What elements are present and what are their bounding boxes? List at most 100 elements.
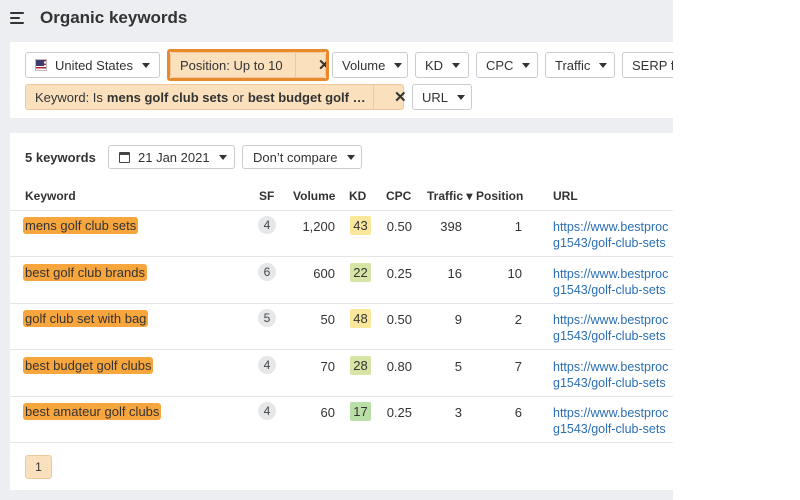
- compare-select[interactable]: Don’t compare: [242, 145, 362, 169]
- chevron-down-icon: [394, 62, 403, 68]
- blank-area: [673, 0, 800, 500]
- keyword-count: 5 keywords: [25, 150, 96, 165]
- cpc-filter[interactable]: CPC: [476, 52, 538, 78]
- serp-filter-label: SERP f: [632, 57, 673, 73]
- traffic-cell: 5: [454, 358, 462, 374]
- column-header-volume[interactable]: Volume: [293, 189, 335, 203]
- url-line-1: https://www.bestproc: [553, 359, 669, 374]
- volume-filter[interactable]: Volume: [332, 52, 408, 78]
- url-filter[interactable]: URL: [412, 84, 472, 110]
- traffic-cell: 398: [440, 219, 462, 234]
- serp-features-badge[interactable]: 4: [258, 216, 276, 234]
- keyword-link[interactable]: best golf club brands: [23, 263, 147, 281]
- column-header-url[interactable]: URL: [553, 189, 578, 203]
- traffic-cell: 9: [454, 312, 462, 327]
- chevron-down-icon: [142, 62, 150, 68]
- volume-cell: 70: [320, 358, 335, 374]
- country-select[interactable]: United States: [25, 52, 160, 78]
- date-picker[interactable]: 21 Jan 2021: [108, 145, 235, 169]
- url-line-2: g1543/golf-club-sets: [553, 282, 666, 297]
- column-header-cpc[interactable]: CPC: [386, 189, 411, 203]
- page-header: Organic keywords: [0, 0, 673, 38]
- kd-filter-label: KD: [425, 57, 444, 73]
- volume-cell: 1,200: [302, 219, 335, 234]
- chip-divider: [373, 84, 374, 110]
- filter-panel: United States Position: Up to 10 ✕ Volum…: [10, 42, 673, 118]
- serp-features-filter[interactable]: SERP f: [622, 52, 673, 78]
- hamburger-menu-icon[interactable]: [10, 11, 25, 24]
- position-cell: 7: [514, 358, 522, 374]
- page-title: Organic keywords: [40, 8, 188, 27]
- url-line-1: https://www.bestproc: [553, 266, 669, 281]
- kd-badge: 17: [350, 402, 371, 421]
- position-cell: 1: [514, 219, 522, 234]
- url-filter-label: URL: [422, 89, 449, 105]
- url-line-1: https://www.bestproc: [553, 406, 669, 420]
- position-cell: 10: [507, 265, 522, 281]
- chevron-down-icon: [218, 154, 227, 160]
- keyword-filter-prefix: Keyword: Is: [35, 89, 103, 105]
- keyword-filter-value-b: best budget golf …: [247, 89, 366, 105]
- serp-features-badge[interactable]: 6: [258, 262, 276, 281]
- chevron-down-icon: [522, 62, 531, 68]
- keyword-link[interactable]: mens golf club sets: [23, 217, 139, 234]
- kd-filter[interactable]: KD: [415, 52, 469, 78]
- column-header-keyword[interactable]: Keyword: [25, 189, 76, 203]
- close-icon[interactable]: ✕: [394, 90, 407, 105]
- volume-cell: 50: [320, 312, 335, 327]
- serp-features-badge[interactable]: 4: [258, 402, 276, 420]
- keyword-filter-chip[interactable]: Keyword: Is mens golf club sets or best …: [25, 84, 407, 110]
- table-row: best golf club brands 6 600 22 0.25 16 10 https…: [10, 258, 673, 304]
- keyword-filter-value-a: mens golf club sets: [106, 89, 229, 105]
- column-header-position[interactable]: Position: [476, 189, 523, 203]
- pagination-page-button[interactable]: 1: [25, 455, 52, 479]
- cpc-cell: 0.25: [386, 405, 412, 420]
- url-line-1: https://www.bestproc: [553, 220, 669, 234]
- app: Organic keywords United States Position:…: [0, 0, 673, 500]
- serp-features-badge[interactable]: 4: [258, 355, 276, 374]
- volume-cell: 60: [320, 405, 335, 420]
- traffic-filter[interactable]: Traffic: [545, 52, 615, 78]
- focus-highlight: [167, 49, 329, 81]
- url-line-2: g1543/golf-club-sets: [553, 329, 666, 343]
- column-header-traffic[interactable]: Traffic ▾: [427, 189, 472, 203]
- keyword-link[interactable]: best amateur golf clubs: [23, 403, 162, 420]
- cpc-cell: 0.25: [386, 265, 412, 281]
- url-link[interactable]: https://www.bestproc g1543/golf-club-sets: [553, 405, 668, 437]
- cpc-cell: 0.80: [386, 358, 412, 374]
- traffic-filter-label: Traffic: [555, 57, 591, 73]
- keyword-link[interactable]: golf club set with bag: [23, 310, 149, 327]
- position-cell: 6: [514, 405, 522, 420]
- url-link[interactable]: https://www.bestproc g1543/golf-club-sets: [553, 219, 668, 251]
- compare-label: Don’t compare: [253, 149, 338, 165]
- url-line-2: g1543/golf-club-sets: [553, 422, 666, 436]
- url-line-2: g1543/golf-club-sets: [553, 375, 666, 390]
- url-link[interactable]: https://www.bestproc g1543/golf-club-sets: [553, 359, 668, 391]
- keyword-link[interactable]: best budget golf clubs: [23, 356, 154, 374]
- table-row: golf club set with bag 5 50 48 0.50 9 2 https:/…: [10, 304, 673, 350]
- chevron-down-icon: [452, 62, 461, 68]
- column-header-kd[interactable]: KD: [349, 189, 366, 203]
- date-label: 21 Jan 2021: [138, 149, 210, 165]
- cpc-filter-label: CPC: [486, 57, 514, 73]
- cpc-cell: 0.50: [386, 219, 412, 234]
- chevron-down-icon: [599, 62, 608, 68]
- url-link[interactable]: https://www.bestproc g1543/golf-club-sets: [553, 266, 668, 298]
- column-header-sf[interactable]: SF: [259, 189, 274, 203]
- kd-badge: 48: [350, 309, 371, 328]
- table-row: best amateur golf clubs 4 60 17 0.25 3 6 https:…: [10, 397, 673, 443]
- kd-badge: 22: [350, 262, 371, 282]
- url-line-2: g1543/golf-club-sets: [553, 236, 666, 250]
- kd-badge: 43: [350, 216, 371, 235]
- keyword-filter-or: or: [232, 89, 244, 105]
- position-cell: 2: [514, 312, 522, 327]
- cpc-cell: 0.50: [386, 312, 412, 327]
- traffic-cell: 16: [447, 265, 462, 281]
- traffic-cell: 3: [454, 405, 462, 420]
- table-row: mens golf club sets 4 1,200 43 0.50 398 1 https…: [10, 211, 673, 257]
- country-label: United States: [54, 57, 133, 73]
- row-divider: [10, 442, 673, 443]
- serp-features-badge[interactable]: 5: [258, 309, 276, 327]
- chevron-down-icon: [457, 94, 466, 100]
- url-link[interactable]: https://www.bestproc g1543/golf-club-sets: [553, 312, 668, 344]
